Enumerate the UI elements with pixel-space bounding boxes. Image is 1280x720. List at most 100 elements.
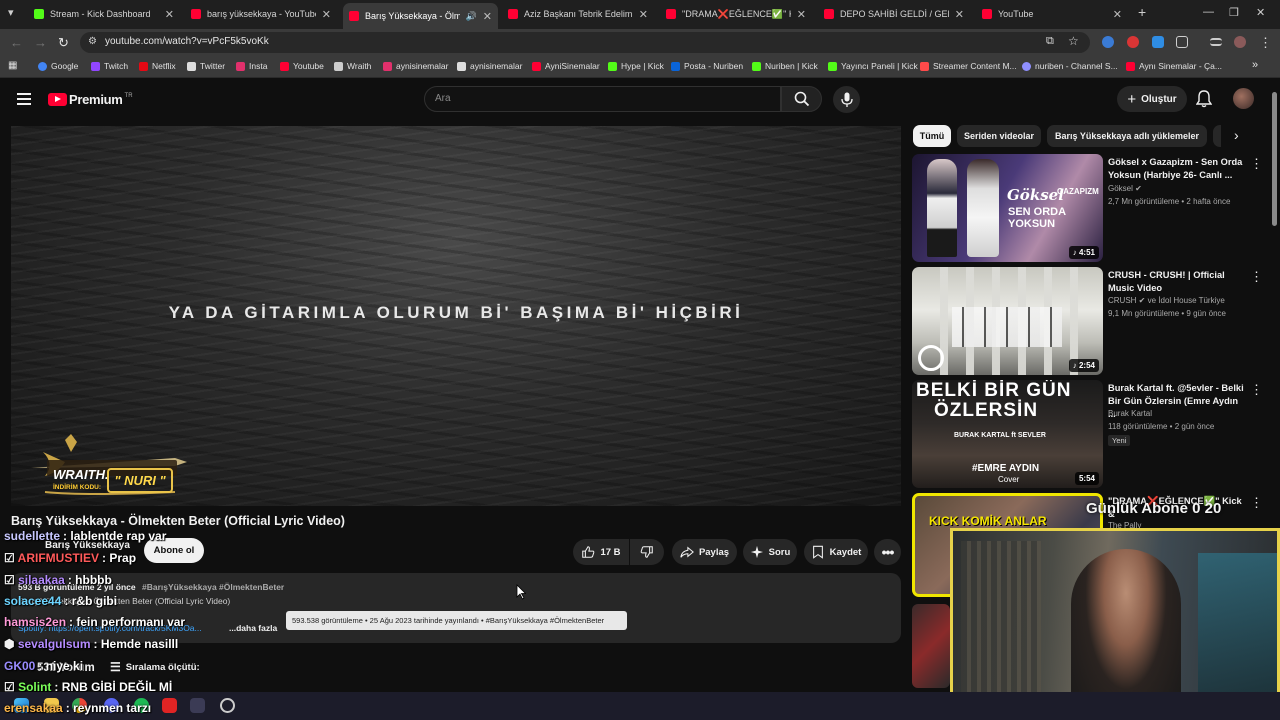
more-bookmarks-icon[interactable]: » [1252, 59, 1258, 71]
avatar[interactable] [1233, 88, 1254, 109]
dislike-button[interactable] [630, 539, 664, 565]
recommendation-channel[interactable]: CRUSH ✔ ve İdol House Türkiye [1108, 296, 1225, 305]
share-button[interactable]: Paylaş [672, 539, 737, 565]
create-button[interactable]: + Oluştur [1117, 86, 1187, 112]
minimize-icon[interactable]: — [1203, 6, 1214, 18]
puzzle-icon[interactable] [1176, 36, 1188, 48]
hashtags[interactable]: #BarışYüksekkaya #ÖlmektenBeter [142, 582, 284, 592]
menu-icon[interactable] [17, 93, 31, 105]
speaker-icon[interactable]: 🔊 [466, 11, 477, 22]
tab-search-icon[interactable]: ▾ [8, 6, 14, 19]
bookmark-streamer-content[interactable]: Streamer Content M... [920, 61, 1017, 71]
app-icon[interactable] [162, 698, 177, 713]
like-button[interactable]: 17 B [573, 539, 629, 565]
bookmark-insta[interactable]: Insta [236, 61, 267, 71]
recommendation-item[interactable]: Göksel GAZAPIZM SEN ORDA YOKSUN ♪ 4:51 G… [912, 154, 1268, 262]
ask-button[interactable]: Soru [743, 539, 797, 565]
bookmark-aynisinemalar-insta[interactable]: aynisinemalar [383, 61, 448, 71]
search-input[interactable]: Ara [424, 86, 781, 112]
shield-extension-icon[interactable] [1152, 36, 1164, 48]
bookmark-aynisinemalar-x[interactable]: aynisinemalar [457, 61, 522, 71]
bookmark-wraith[interactable]: Wraith [334, 61, 371, 71]
reload-icon[interactable]: ↻ [58, 35, 69, 51]
recommendation-title[interactable]: Göksel x Gazapizm - Sen Orda Yoksun (Har… [1108, 156, 1246, 182]
video-player[interactable]: YA DA GİTARIMLA OLURUM Bİ' BAŞIMA Bİ' Hİ… [11, 126, 901, 506]
tab-drama-eglence[interactable]: "DRAMA❌EĞLENCE✅" Kick & ✕ [660, 3, 812, 25]
scrollbar-thumb[interactable] [1272, 92, 1277, 226]
recommendation-thumbnail-partial[interactable] [912, 604, 950, 688]
bookmark-posta[interactable]: Posta - Nuriben [671, 61, 743, 71]
bookmark-nuriben-kick[interactable]: Nuriben | Kick [752, 61, 818, 71]
tab-kick-dashboard[interactable]: Stream - Kick Dashboard ✕ [28, 3, 180, 25]
extension-icon[interactable] [1127, 36, 1139, 48]
tab-youtube-search[interactable]: barış yüksekkaya - YouTube ✕ [185, 3, 337, 25]
recommendation-channel[interactable]: Burak Kartal [1108, 409, 1152, 418]
more-vertical-icon[interactable]: ⋮ [1250, 269, 1263, 285]
video-thumbnail[interactable]: BELKİ BİR GÜN ÖZLERSİN BURAK KARTAL ft S… [912, 380, 1103, 488]
chat-message: sudellette: lablentde rap var [4, 529, 167, 543]
chevron-right-icon[interactable]: › [1234, 127, 1239, 143]
show-more-button[interactable]: ...daha fazla [229, 623, 277, 633]
bookmark-ayni-sinemalar[interactable]: Aynı Sinemalar - Ça... [1126, 61, 1222, 71]
close-tab-icon[interactable]: ✕ [322, 8, 331, 21]
media-control-icon[interactable] [1210, 38, 1222, 46]
duration-badge: ♪ 4:51 [1068, 246, 1099, 259]
duration-text: 5:54 [1078, 474, 1095, 483]
thumbnail-text: GAZAPIZM [1057, 187, 1099, 196]
youtube-premium-logo[interactable]: Premium TR [48, 92, 133, 107]
save-button[interactable]: Kaydet [804, 539, 868, 565]
tab-aziz-baskani[interactable]: Aziz Başkanı Tebrik Edelim | Yağ ✕ [502, 3, 654, 25]
bookmark-nuriben-channel[interactable]: nuriben - Channel S... [1022, 61, 1118, 71]
forward-icon[interactable]: → [34, 35, 47, 50]
close-tab-icon[interactable]: ✕ [483, 10, 492, 23]
bookmark-hype-kick[interactable]: Hype | Kick [608, 61, 664, 71]
more-vertical-icon[interactable]: ⋮ [1250, 382, 1263, 398]
back-icon[interactable]: ← [10, 35, 23, 50]
maximize-icon[interactable]: ❐ [1229, 6, 1239, 19]
more-actions-button[interactable]: ••• [874, 539, 901, 565]
obs-icon[interactable] [220, 698, 235, 713]
recommendation-title[interactable]: CRUSH - CRUSH! | Official Music Video [1108, 269, 1246, 295]
search-button[interactable] [781, 86, 822, 112]
notifications-bell-icon[interactable] [1196, 90, 1212, 108]
apps-grid-icon[interactable]: ▦ [8, 60, 17, 71]
video-thumbnail[interactable]: ♪ 2:54 [912, 267, 1103, 375]
bookmark-google[interactable]: Google [38, 61, 78, 71]
more-vertical-icon[interactable]: ⋮ [1250, 495, 1263, 511]
bookmark-netflix[interactable]: Netflix [139, 61, 176, 71]
install-app-icon[interactable]: ⧉ [1046, 35, 1054, 48]
sort-comments-button[interactable]: ☰ Sıralama ölçütü: [110, 660, 200, 674]
close-tab-icon[interactable]: ✕ [955, 8, 964, 21]
close-tab-icon[interactable]: ✕ [165, 8, 174, 21]
description-box[interactable]: 593 B görüntüleme 2 yıl önce #BarışYükse… [11, 573, 901, 643]
tab-active-video[interactable]: Barış Yüksekkaya - Ölmekt 🔊 ✕ [343, 3, 498, 29]
bookmark-twitter[interactable]: Twitter [187, 61, 225, 71]
recommendation-item[interactable]: BELKİ BİR GÜN ÖZLERSİN BURAK KARTAL ft S… [912, 380, 1268, 488]
bookmark-aynisinemalar-yt[interactable]: AyniSinemalar [532, 61, 600, 71]
bookmark-star-icon[interactable]: ☆ [1068, 34, 1079, 48]
window-close-icon[interactable]: ✕ [1256, 6, 1265, 19]
chip-channel-uploads[interactable]: Barış Yüksekkaya adlı yüklemeler [1047, 125, 1207, 147]
tab-youtube-home[interactable]: YouTube ✕ [976, 3, 1128, 25]
chip-series[interactable]: Seriden videolar [957, 125, 1041, 147]
bookmark-youtube[interactable]: Youtube [280, 61, 324, 71]
new-tab-icon[interactable]: + [1138, 4, 1146, 20]
bookmark-twitch[interactable]: Twitch [91, 61, 128, 71]
more-vertical-icon[interactable]: ⋮ [1250, 156, 1263, 172]
recommendation-item[interactable]: ♪ 2:54 CRUSH - CRUSH! | Official Music V… [912, 267, 1268, 375]
menu-kebab-icon[interactable]: ⋮ [1259, 35, 1272, 51]
close-tab-icon[interactable]: ✕ [1113, 8, 1122, 21]
tab-depo-sahibi[interactable]: DEPO SAHİBİ GELDİ / GERGİNLİ ✕ [818, 3, 970, 25]
app-icon[interactable] [190, 698, 205, 713]
chip-all[interactable]: Tümü [913, 125, 951, 147]
video-thumbnail[interactable]: Göksel GAZAPIZM SEN ORDA YOKSUN ♪ 4:51 [912, 154, 1103, 262]
address-bar[interactable]: ⚙ youtube.com/watch?v=vPcF5k5voKk ⧉ ☆ [80, 32, 1090, 53]
site-info-icon[interactable]: ⚙ [88, 36, 97, 47]
recommendation-channel[interactable]: Göksel ✔ [1108, 184, 1142, 193]
close-tab-icon[interactable]: ✕ [639, 8, 648, 21]
close-tab-icon[interactable]: ✕ [797, 8, 806, 21]
extension-icon[interactable] [1102, 36, 1114, 48]
voice-search-button[interactable] [833, 86, 860, 113]
bookmark-yayinci-paneli[interactable]: Yayıncı Paneli | Kick [828, 61, 918, 71]
profile-icon[interactable] [1234, 36, 1246, 48]
